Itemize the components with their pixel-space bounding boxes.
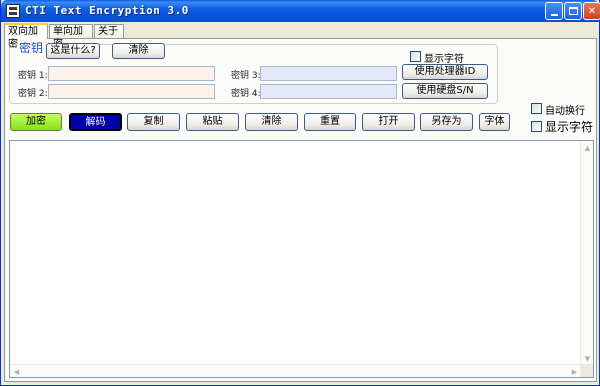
scroll-up-icon[interactable]: ▲ xyxy=(581,141,594,154)
text-editor[interactable]: ▲ ▼ ◀ ▶ xyxy=(9,140,594,378)
title-bar[interactable]: CTI Text Encryption 3.0 ✕ xyxy=(1,0,600,22)
font-button[interactable]: 字体 xyxy=(479,113,510,131)
scroll-left-icon[interactable]: ◀ xyxy=(10,365,23,378)
key3-label: 密钥 3: xyxy=(231,71,261,81)
key1-label: 密钥 1: xyxy=(18,71,48,81)
maximize-button[interactable] xyxy=(564,2,582,20)
main-window: CTI Text Encryption 3.0 ✕ 双向加密 单向加密 关于 密… xyxy=(0,0,600,386)
window-title: CTI Text Encryption 3.0 xyxy=(25,4,189,17)
key2-label: 密钥 2: xyxy=(18,89,48,99)
vertical-scrollbar[interactable]: ▲ ▼ xyxy=(580,141,593,365)
show-chars-checkbox[interactable] xyxy=(531,121,542,132)
encrypt-button[interactable]: 加密 xyxy=(10,113,62,131)
what-is-this-button[interactable]: 这是什么? xyxy=(46,43,100,59)
key1-input[interactable] xyxy=(48,66,215,81)
tab-one-way-encryption[interactable]: 单向加密 xyxy=(49,24,93,50)
show-chars-label: 显示字符 xyxy=(545,120,594,134)
use-cpu-id-button[interactable]: 使用处理器ID xyxy=(402,64,488,80)
minimize-icon xyxy=(550,13,558,16)
key2-input[interactable] xyxy=(48,84,215,99)
horizontal-scrollbar[interactable]: ◀ ▶ xyxy=(10,364,581,377)
minimize-button[interactable] xyxy=(545,2,563,20)
tab-bidirectional-encryption[interactable]: 双向加密 xyxy=(4,23,48,50)
close-icon: ✕ xyxy=(587,5,597,17)
tab-about[interactable]: 关于 xyxy=(94,24,124,38)
scrollbar-corner xyxy=(580,364,593,377)
reset-button[interactable]: 重置 xyxy=(304,113,356,131)
clear-text-button[interactable]: 清除 xyxy=(245,113,298,131)
close-button[interactable]: ✕ xyxy=(583,2,600,20)
key4-input[interactable] xyxy=(260,84,397,99)
save-as-button[interactable]: 另存为 xyxy=(420,113,473,131)
auto-wrap-checkbox[interactable] xyxy=(531,103,542,114)
open-button[interactable]: 打开 xyxy=(362,113,415,131)
copy-button[interactable]: 复制 xyxy=(127,113,180,131)
show-chars-key-checkbox[interactable] xyxy=(410,51,421,62)
decrypt-button[interactable]: 解码 xyxy=(69,113,122,131)
maximize-icon xyxy=(568,7,578,15)
keys-group-title: 密钥 xyxy=(17,39,46,56)
key4-label: 密钥 4: xyxy=(231,89,261,99)
app-icon[interactable] xyxy=(6,4,20,18)
clear-keys-button[interactable]: 清除 xyxy=(112,43,165,59)
use-disk-sn-button[interactable]: 使用硬盘S/N xyxy=(402,83,488,99)
show-chars-key-label: 显示字符 xyxy=(424,54,464,65)
paste-button[interactable]: 粘贴 xyxy=(186,113,239,131)
auto-wrap-label: 自动换行 xyxy=(545,106,585,117)
key3-input[interactable] xyxy=(260,66,397,81)
